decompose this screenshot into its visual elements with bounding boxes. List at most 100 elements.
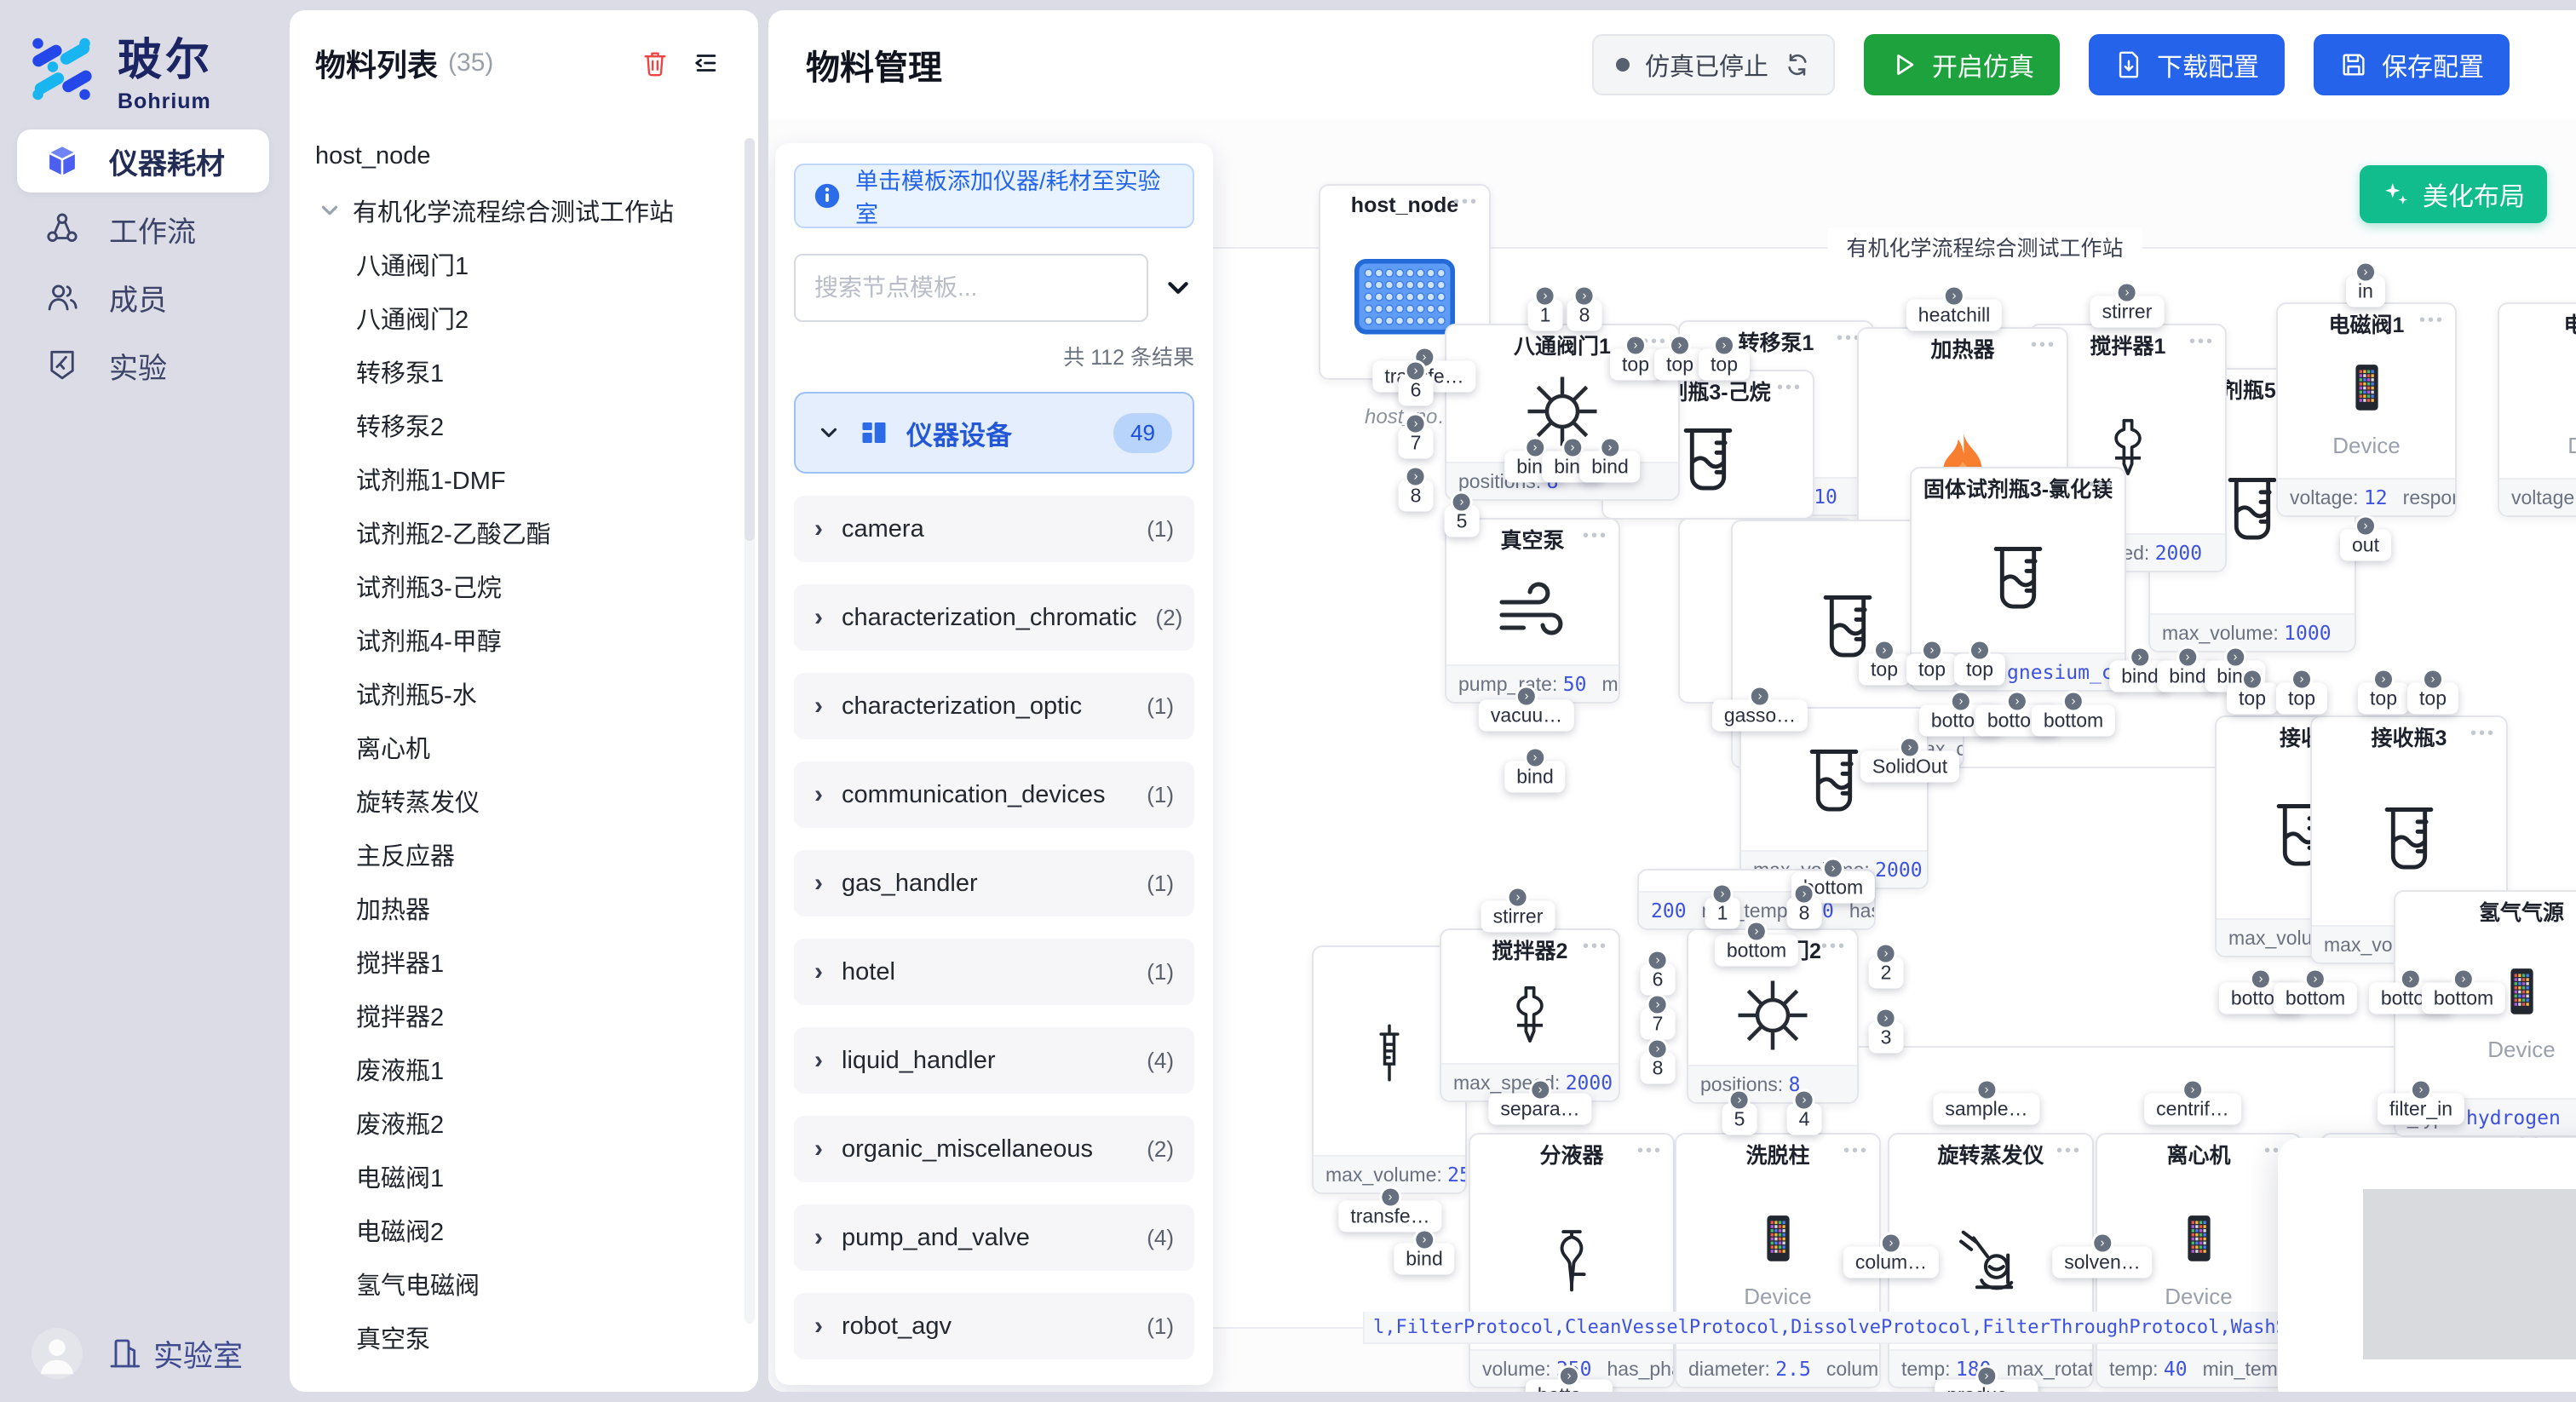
tree-item[interactable]: 试剂瓶2-乙酸乙酯 [290, 505, 743, 559]
port-chip[interactable]: bind [1504, 761, 1565, 793]
port-chip[interactable]: top [2276, 683, 2327, 715]
tree-item[interactable]: 氢气电磁阀 [290, 1256, 743, 1310]
node-menu-icon[interactable] [1821, 937, 1847, 957]
port-chip[interactable]: stirrer [2090, 296, 2165, 328]
tree-item[interactable]: 试剂瓶5-水 [290, 666, 743, 720]
collapse-panel-icon[interactable] [692, 49, 721, 78]
node-evalve2[interactable]: 电磁阀2Devicevoltage: 12 [2498, 302, 2576, 517]
port-chip[interactable]: top [1610, 349, 1661, 381]
port-chip[interactable]: bottom [2422, 983, 2505, 1014]
port-chip[interactable]: out [2340, 530, 2391, 561]
port-chip[interactable]: 8 [1787, 898, 1822, 929]
save-config-button[interactable]: 保存配置 [2314, 34, 2510, 95]
port-chip[interactable]: transfe… [1338, 1201, 1441, 1232]
port-chip[interactable]: bottom [1715, 935, 1798, 967]
tree-item[interactable]: 有机化学流程综合测试工作站 [290, 183, 743, 237]
chevron-down-icon[interactable] [1162, 272, 1194, 304]
port-chip[interactable]: 6 [1399, 375, 1434, 406]
node-menu-icon[interactable] [2089, 475, 2114, 495]
materials-scrollbar[interactable] [745, 138, 755, 1324]
sidebar-item-cube[interactable]: 仪器耗材 [17, 129, 269, 192]
node-menu-icon[interactable] [1637, 1141, 1663, 1161]
tree-item[interactable]: 废液瓶1 [290, 1042, 743, 1095]
tree-item[interactable]: host_node [290, 129, 743, 183]
port-chip[interactable]: top [1954, 654, 2005, 686]
tree-item[interactable]: 加热器 [290, 881, 743, 934]
section-instruments[interactable]: 仪器设备 49 [794, 392, 1194, 474]
start-simulation-button[interactable]: 开启仿真 [1864, 34, 2060, 95]
port-chip[interactable]: bind [1394, 1244, 1454, 1275]
sidebar-item-members[interactable]: 成员 [17, 266, 269, 329]
tree-item[interactable]: 搅拌器1 [290, 934, 743, 988]
port-chip[interactable]: 5 [1722, 1104, 1757, 1135]
trash-icon[interactable] [641, 49, 670, 78]
category-robot_agv[interactable]: ›robot_agv(1) [794, 1293, 1194, 1359]
category-communication_devices[interactable]: ›communication_devices(1) [794, 761, 1194, 828]
port-chip[interactable]: 6 [1641, 964, 1676, 996]
port-chip[interactable]: 8 [1567, 300, 1602, 331]
node-stirrer2[interactable]: 搅拌器2 max_speed: 2000 [1440, 928, 1620, 1102]
port-chip[interactable]: 7 [1641, 1008, 1676, 1040]
node-menu-icon[interactable] [2056, 1141, 2082, 1161]
node-menu-icon[interactable] [1843, 1141, 1869, 1161]
port-chip[interactable]: gasso… [1712, 700, 1808, 732]
port-chip[interactable]: separa… [1488, 1094, 1591, 1125]
port-chip[interactable]: top [1906, 654, 1958, 686]
beautify-layout-button[interactable]: 美化布局 [2360, 165, 2547, 223]
port-chip[interactable]: sample… [1933, 1094, 2039, 1125]
sidebar-item-workflow[interactable]: 工作流 [17, 198, 269, 261]
port-chip[interactable]: 3 [1869, 1022, 1904, 1054]
category-organic_miscellaneous[interactable]: ›organic_miscellaneous(2) [794, 1116, 1194, 1182]
port-chip[interactable]: stirrer [1481, 901, 1555, 933]
tree-item[interactable]: 试剂瓶1-DMF [290, 451, 743, 505]
port-chip[interactable]: in [2346, 276, 2385, 307]
category-pump_and_valve[interactable]: ›pump_and_valve(4) [794, 1204, 1194, 1271]
port-chip[interactable]: top [1859, 654, 1910, 686]
tree-item[interactable]: 电磁阀2 [290, 1203, 743, 1256]
port-chip[interactable]: 5 [1445, 506, 1480, 537]
port-chip[interactable]: bottom [2032, 705, 2115, 737]
node-menu-icon[interactable] [2189, 332, 2215, 352]
port-chip[interactable]: colum… [1843, 1247, 1939, 1278]
category-characterization_chromatic[interactable]: ›characterization_chromatic(2) [794, 584, 1194, 651]
port-chip[interactable]: 8 [1399, 480, 1434, 512]
port-chip[interactable]: SolidOut [1860, 751, 1959, 783]
port-chip[interactable]: 1 [1528, 300, 1563, 331]
tree-item[interactable]: 搅拌器2 [290, 988, 743, 1042]
category-hotel[interactable]: ›hotel(1) [794, 939, 1194, 1005]
port-chip[interactable]: vacuu… [1479, 700, 1574, 732]
port-chip[interactable]: 8 [1641, 1053, 1676, 1084]
refresh-icon[interactable] [1784, 51, 1811, 78]
caret-down-icon[interactable] [317, 198, 342, 223]
port-chip[interactable]: top [2227, 683, 2278, 715]
port-chip[interactable]: bottom [2274, 983, 2357, 1014]
port-chip[interactable]: top [1654, 349, 1705, 381]
port-chip[interactable]: produc… [1935, 1380, 2038, 1393]
sidebar-item-lab[interactable]: 实验室 [107, 1332, 243, 1376]
tree-item[interactable]: 八通阀门2 [290, 290, 743, 344]
node-menu-icon[interactable] [1583, 526, 1608, 546]
tree-item[interactable]: 离心机 [290, 720, 743, 773]
port-chip[interactable]: 2 [1869, 957, 1904, 989]
port-chip[interactable]: heatchill [1906, 300, 2002, 331]
node-menu-icon[interactable] [2470, 724, 2496, 744]
port-chip[interactable]: bind [1579, 451, 1640, 483]
tree-item[interactable]: 废液瓶2 [290, 1095, 743, 1149]
port-chip[interactable]: top [2407, 683, 2458, 715]
node-sep[interactable]: 分液器 volume: 250has_phases: true [1469, 1133, 1675, 1388]
port-chip[interactable]: botto… [1526, 1380, 1613, 1393]
node-menu-icon[interactable] [1453, 192, 1479, 212]
tree-item[interactable]: 八通阀门1 [290, 237, 743, 290]
node-menu-icon[interactable] [2419, 311, 2445, 330]
search-input[interactable] [794, 254, 1148, 322]
tree-item[interactable]: 旋转蒸发仪 [290, 773, 743, 827]
port-chip[interactable]: 4 [1787, 1104, 1822, 1135]
port-chip[interactable]: 1 [1705, 898, 1740, 929]
tree-item[interactable]: 电磁阀1 [290, 1149, 743, 1203]
port-chip[interactable]: top [1699, 349, 1750, 381]
tree-item[interactable]: 转移泵2 [290, 398, 743, 451]
download-config-button[interactable]: 下载配置 [2089, 34, 2285, 95]
port-chip[interactable]: solven… [2052, 1247, 2152, 1278]
category-camera[interactable]: ›camera(1) [794, 496, 1194, 562]
tree-item[interactable]: 试剂瓶4-甲醇 [290, 612, 743, 666]
